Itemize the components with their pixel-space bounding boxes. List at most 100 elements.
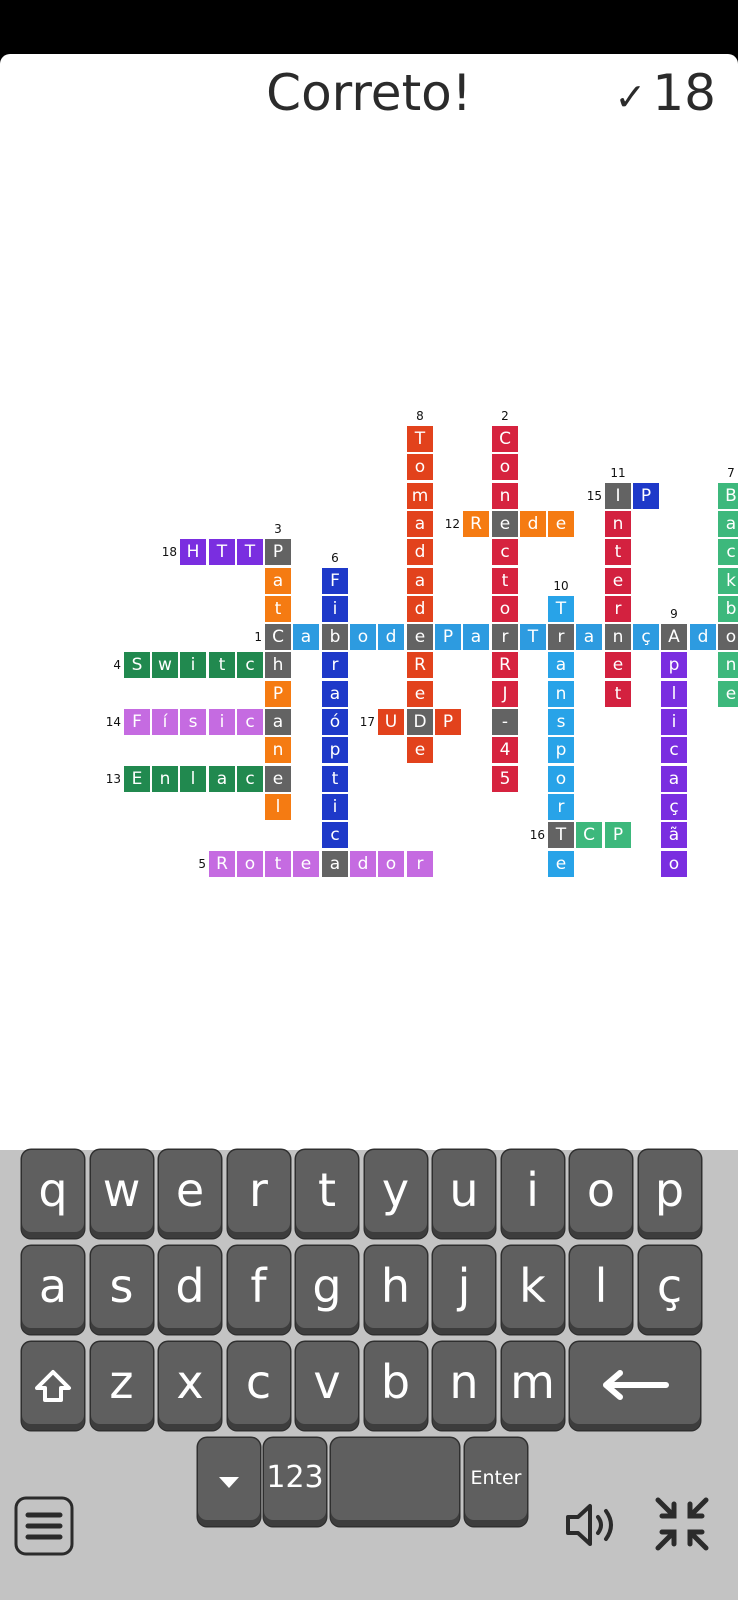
crossword-cell[interactable]: R xyxy=(492,652,518,678)
shift-key[interactable] xyxy=(22,1342,84,1430)
crossword-cell[interactable]: n xyxy=(548,681,574,707)
key-v[interactable]: v xyxy=(296,1342,358,1430)
key-j[interactable]: j xyxy=(433,1246,495,1334)
crossword-cell[interactable]: e xyxy=(265,766,291,792)
crossword-cell[interactable]: P xyxy=(633,483,659,509)
crossword-cell[interactable]: i xyxy=(209,709,235,735)
crossword-cell[interactable]: e xyxy=(407,737,433,763)
crossword-cell[interactable]: n xyxy=(492,483,518,509)
crossword-cell[interactable]: ó xyxy=(322,709,348,735)
crossword-cell[interactable]: s xyxy=(548,709,574,735)
crossword-cell[interactable]: t xyxy=(209,652,235,678)
crossword-cell[interactable]: p xyxy=(548,737,574,763)
crossword-cell[interactable]: t xyxy=(605,539,631,565)
crossword-cell[interactable]: k xyxy=(718,568,738,594)
crossword-cell[interactable]: T xyxy=(548,822,574,848)
crossword-cell[interactable]: r xyxy=(492,624,518,650)
crossword-cell[interactable]: l xyxy=(661,681,687,707)
enter-key[interactable]: Enter xyxy=(465,1438,527,1526)
key-d[interactable]: d xyxy=(159,1246,221,1334)
key-i[interactable]: i xyxy=(501,1150,564,1238)
crossword-cell[interactable]: c xyxy=(661,737,687,763)
crossword-cell[interactable]: i xyxy=(180,652,206,678)
crossword-cell[interactable]: a xyxy=(265,568,291,594)
crossword-cell[interactable]: P xyxy=(435,624,461,650)
crossword-cell[interactable]: e xyxy=(407,681,433,707)
crossword-cell[interactable]: ç xyxy=(661,794,687,820)
crossword-cell[interactable]: t xyxy=(265,596,291,622)
hide-keyboard-key[interactable] xyxy=(198,1438,260,1526)
key-x[interactable]: x xyxy=(159,1342,221,1430)
crossword-cell[interactable]: p xyxy=(661,652,687,678)
key-s[interactable]: s xyxy=(90,1246,153,1334)
crossword-cell[interactable]: R xyxy=(209,851,235,877)
key-n[interactable]: n xyxy=(433,1342,495,1430)
crossword-cell[interactable]: P xyxy=(265,681,291,707)
crossword-cell[interactable]: r xyxy=(605,596,631,622)
backspace-key[interactable] xyxy=(570,1342,700,1430)
crossword-cell[interactable]: o xyxy=(492,596,518,622)
crossword-cell[interactable]: a xyxy=(322,851,348,877)
crossword-cell[interactable]: a xyxy=(576,624,602,650)
crossword-cell[interactable]: c xyxy=(237,652,263,678)
crossword-cell[interactable]: e xyxy=(605,652,631,678)
crossword-cell[interactable]: E xyxy=(124,766,150,792)
crossword-cell[interactable]: c xyxy=(237,766,263,792)
key-k[interactable]: k xyxy=(501,1246,564,1334)
crossword-cell[interactable]: a xyxy=(209,766,235,792)
crossword-cell[interactable]: a xyxy=(293,624,319,650)
crossword-cell[interactable]: a xyxy=(463,624,489,650)
crossword-cell[interactable]: e xyxy=(548,511,574,537)
crossword-cell[interactable]: a xyxy=(661,766,687,792)
crossword-cell[interactable]: o xyxy=(350,624,376,650)
crossword-cell[interactable]: e xyxy=(492,511,518,537)
crossword-cell[interactable]: o xyxy=(237,851,263,877)
crossword-cell[interactable]: i xyxy=(661,709,687,735)
crossword-cell[interactable]: o xyxy=(492,454,518,480)
crossword-cell[interactable]: o xyxy=(548,766,574,792)
key-r[interactable]: r xyxy=(227,1150,290,1238)
crossword-cell[interactable]: - xyxy=(492,709,518,735)
crossword-cell[interactable]: d xyxy=(407,539,433,565)
crossword-cell[interactable]: r xyxy=(407,851,433,877)
crossword-cell[interactable]: l xyxy=(265,794,291,820)
crossword-cell[interactable]: ã xyxy=(661,822,687,848)
crossword-cell[interactable]: d xyxy=(350,851,376,877)
crossword-cell[interactable]: i xyxy=(322,596,348,622)
crossword-cell[interactable]: r xyxy=(322,652,348,678)
crossword-cell[interactable]: r xyxy=(548,624,574,650)
crossword-cell[interactable]: n xyxy=(265,737,291,763)
crossword-cell[interactable]: e xyxy=(293,851,319,877)
crossword-cell[interactable]: o xyxy=(718,624,738,650)
crossword-cell[interactable]: h xyxy=(265,652,291,678)
crossword-cell[interactable]: 5 xyxy=(492,766,518,792)
crossword-cell[interactable]: t xyxy=(265,851,291,877)
crossword-cell[interactable]: R xyxy=(463,511,489,537)
crossword-cell[interactable]: P xyxy=(435,709,461,735)
key-f[interactable]: f xyxy=(227,1246,290,1334)
crossword-cell[interactable]: A xyxy=(661,624,687,650)
collapse-button[interactable] xyxy=(654,1496,710,1552)
space-key[interactable] xyxy=(331,1438,459,1526)
key-l[interactable]: l xyxy=(570,1246,632,1334)
key-e[interactable]: e xyxy=(159,1150,221,1238)
key-y[interactable]: y xyxy=(364,1150,427,1238)
crossword-cell[interactable]: J xyxy=(492,681,518,707)
key-p[interactable]: p xyxy=(638,1150,701,1238)
crossword-cell[interactable]: l xyxy=(180,766,206,792)
crossword-cell[interactable]: t xyxy=(492,568,518,594)
crossword-cell[interactable]: T xyxy=(237,539,263,565)
crossword-cell[interactable]: H xyxy=(180,539,206,565)
crossword-cell[interactable]: p xyxy=(322,737,348,763)
crossword-cell[interactable]: n xyxy=(718,652,738,678)
crossword-cell[interactable]: r xyxy=(548,794,574,820)
crossword-cell[interactable]: I xyxy=(605,483,631,509)
crossword-cell[interactable]: T xyxy=(548,596,574,622)
crossword-cell[interactable]: o xyxy=(407,454,433,480)
key-u[interactable]: u xyxy=(433,1150,495,1238)
crossword-cell[interactable]: o xyxy=(661,851,687,877)
key-h[interactable]: h xyxy=(364,1246,427,1334)
key-m[interactable]: m xyxy=(501,1342,564,1430)
crossword-cell[interactable]: a xyxy=(322,681,348,707)
crossword-cell[interactable]: c xyxy=(237,709,263,735)
